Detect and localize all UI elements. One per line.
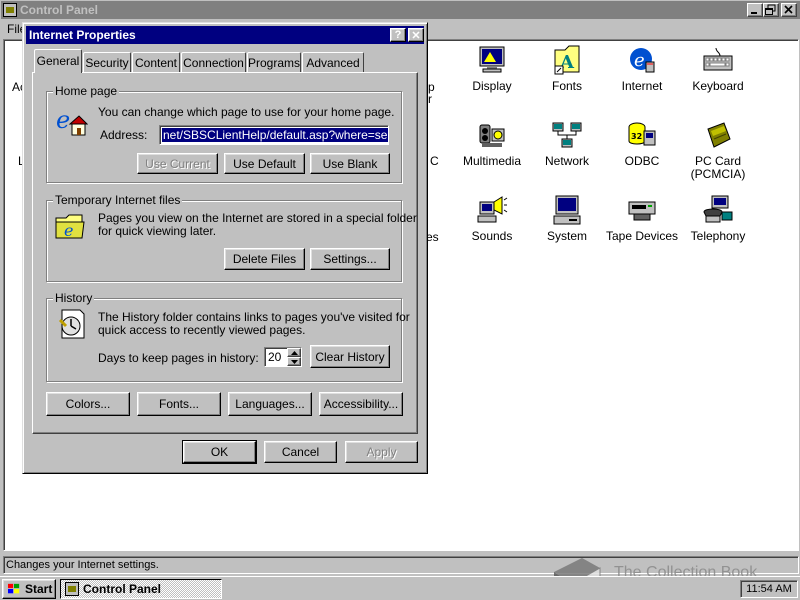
start-button[interactable]: Start: [2, 579, 56, 599]
control-panel-icon: [65, 582, 79, 596]
days-value: 20: [268, 350, 282, 364]
use-default-button[interactable]: Use Default: [224, 153, 305, 174]
help-button[interactable]: ?: [390, 28, 406, 42]
home-page-description: You can change which page to use for you…: [98, 105, 395, 119]
use-current-button[interactable]: Use Current: [137, 153, 218, 174]
pc-card-icon: [707, 122, 731, 148]
restore-icon: [765, 4, 776, 15]
home-page-icon: e: [56, 106, 88, 136]
down-arrow-icon: [290, 359, 298, 364]
fonts-item[interactable]: A Fonts: [525, 44, 609, 104]
keyboard-item[interactable]: Keyboard: [676, 44, 760, 104]
tab-programs[interactable]: Programs: [247, 52, 301, 72]
svg-text:e: e: [64, 221, 73, 240]
tab-content[interactable]: Content: [132, 52, 180, 72]
system-icon: [553, 195, 581, 225]
dialog-close-button[interactable]: ✕: [408, 28, 424, 42]
keyboard-icon: [703, 47, 733, 71]
multimedia-item[interactable]: Multimedia: [450, 119, 534, 179]
dialog-title: Internet Properties: [29, 28, 136, 42]
hidden-icon-label: r: [428, 92, 432, 106]
svg-text:e: e: [56, 106, 70, 134]
colors-button[interactable]: Colors...: [46, 392, 130, 416]
clear-history-button[interactable]: Clear History: [310, 345, 390, 368]
history-description-2: quick access to recently viewed pages.: [98, 323, 306, 337]
home-page-group-title: Home page: [53, 84, 120, 98]
control-panel-icon: [3, 3, 17, 17]
temp-files-group-title: Temporary Internet files: [53, 193, 183, 207]
temp-files-description-2: for quick viewing later.: [98, 224, 217, 238]
system-tray: 11:54 AM: [740, 580, 798, 598]
taskbar-control-panel-button[interactable]: Control Panel: [60, 579, 222, 599]
hidden-icon-label: C: [430, 154, 439, 168]
close-icon: ✕: [411, 29, 421, 42]
network-icon: [552, 122, 582, 148]
close-icon: [784, 5, 793, 14]
ok-button[interactable]: OK: [182, 440, 257, 464]
close-button[interactable]: [781, 3, 797, 17]
svg-text:e: e: [634, 50, 645, 71]
tab-general[interactable]: General: [34, 49, 82, 73]
telephony-item[interactable]: Telephony: [676, 194, 760, 254]
use-blank-button[interactable]: Use Blank: [310, 153, 390, 174]
up-arrow-icon: [290, 350, 298, 355]
taskbar: Start Control Panel 11:54 AM: [0, 576, 800, 600]
clock[interactable]: 11:54 AM: [746, 583, 792, 595]
control-panel-title: Control Panel: [20, 3, 99, 17]
history-group-title: History: [53, 291, 95, 305]
sounds-icon: [477, 196, 508, 223]
languages-button[interactable]: Languages...: [228, 392, 312, 416]
restore-button[interactable]: [763, 3, 779, 17]
spin-down-button[interactable]: [287, 357, 301, 366]
pc-card-item[interactable]: PC Card (PCMCIA): [676, 119, 760, 181]
multimedia-icon: [479, 124, 505, 147]
folder-icon: e: [55, 214, 85, 240]
taskbar-task-label: Control Panel: [83, 582, 162, 596]
days-label: Days to keep pages in history:: [98, 351, 259, 365]
history-icon: [58, 309, 85, 339]
tab-connection[interactable]: Connection: [181, 52, 246, 72]
delete-files-button[interactable]: Delete Files: [224, 248, 305, 270]
control-panel-titlebar[interactable]: Control Panel: [1, 1, 800, 19]
minimize-button[interactable]: [747, 3, 763, 17]
help-icon: ?: [394, 29, 402, 41]
internet-icon: e: [630, 48, 655, 73]
spin-control: [287, 348, 301, 366]
address-input[interactable]: net/SBSCLientHelp/default.asp?where=serv…: [159, 125, 389, 145]
tab-security[interactable]: Security: [83, 52, 131, 72]
history-description-1: The History folder contains links to pag…: [98, 310, 410, 324]
tape-devices-item[interactable]: Tape Devices: [600, 194, 684, 254]
tape-devices-icon: [628, 201, 656, 221]
svg-text:32: 32: [631, 132, 642, 141]
telephony-icon: [703, 195, 733, 223]
fonts-icon: A: [554, 45, 580, 75]
sounds-item[interactable]: Sounds: [450, 194, 534, 254]
accessibility-button[interactable]: Accessibility...: [319, 392, 403, 416]
address-value: net/SBSCLientHelp/default.asp?where=serv…: [162, 128, 388, 142]
days-stepper[interactable]: 20: [264, 347, 302, 367]
network-item[interactable]: Network: [525, 119, 609, 179]
minimize-icon: [751, 12, 757, 14]
system-item[interactable]: System: [525, 194, 609, 254]
dialog-titlebar[interactable]: Internet Properties ? ✕: [26, 26, 424, 44]
address-label: Address:: [100, 128, 148, 142]
display-item[interactable]: Display: [450, 44, 534, 104]
temp-files-description-1: Pages you view on the Internet are store…: [98, 211, 417, 225]
start-label: Start: [25, 582, 53, 596]
spin-up-button[interactable]: [287, 348, 301, 357]
tab-advanced[interactable]: Advanced: [302, 52, 364, 72]
internet-item[interactable]: e Internet: [600, 44, 684, 104]
display-icon: [479, 46, 505, 73]
odbc-icon: 32: [628, 122, 656, 146]
temp-files-settings-button[interactable]: Settings...: [310, 248, 390, 270]
fonts-button[interactable]: Fonts...: [137, 392, 221, 416]
windows-logo-icon: [8, 583, 20, 594]
cancel-button[interactable]: Cancel: [264, 441, 337, 463]
odbc-item[interactable]: 32 ODBC: [600, 119, 684, 179]
apply-button[interactable]: Apply: [345, 441, 418, 463]
